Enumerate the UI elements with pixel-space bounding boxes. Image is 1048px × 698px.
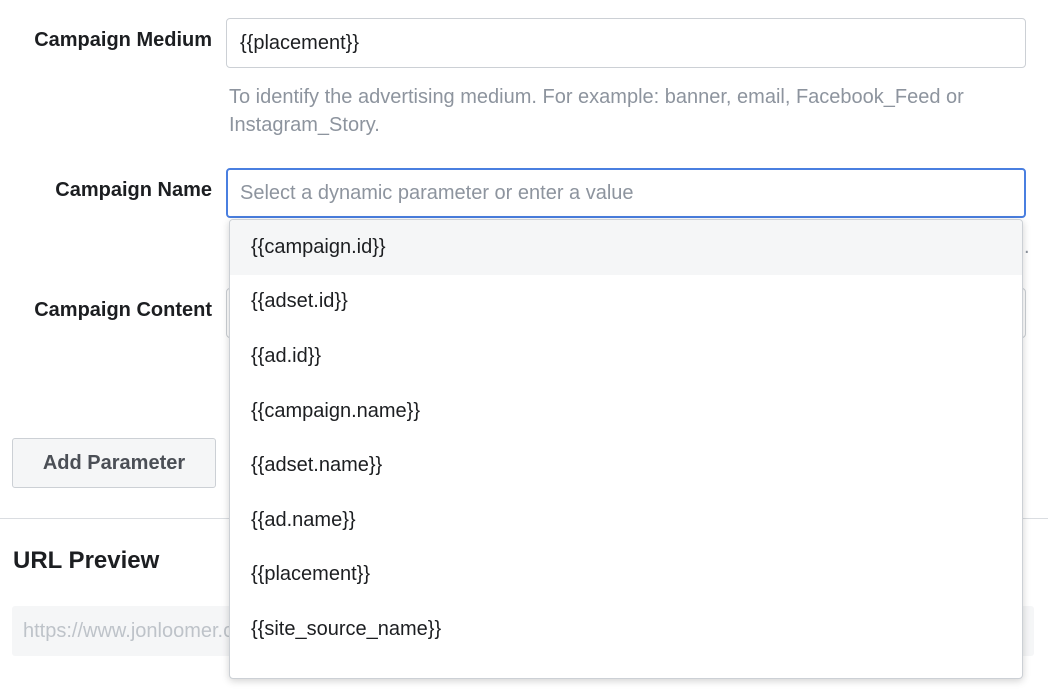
dropdown-option[interactable]: {{campaign.name}} — [230, 384, 1022, 439]
add-parameter-button[interactable]: Add Parameter — [12, 438, 216, 488]
campaign-name-help: . — [1024, 236, 1030, 258]
campaign-medium-value: {{placement}} — [240, 31, 359, 54]
dropdown-option[interactable]: {{placement}} — [230, 548, 1022, 603]
campaign-name-input[interactable]: Select a dynamic parameter or enter a va… — [226, 168, 1026, 218]
url-preview-text: https://www.jonloomer.com — [23, 619, 261, 642]
dropdown-option[interactable]: {{ad.id}} — [230, 329, 1022, 384]
campaign-medium-help: To identify the advertising medium. For … — [229, 86, 964, 136]
campaign-medium-input[interactable]: {{placement}} — [226, 18, 1026, 68]
url-preview-title: URL Preview — [13, 547, 160, 574]
campaign-name-label: Campaign Name — [55, 179, 212, 201]
campaign-name-placeholder: Select a dynamic parameter or enter a va… — [240, 181, 634, 204]
dynamic-parameter-dropdown[interactable]: {{campaign.id}} {{adset.id}} {{ad.id}} {{ca… — [229, 219, 1023, 679]
campaign-content-label: Campaign Content — [34, 299, 212, 321]
dropdown-option[interactable]: {{ad.name}} — [230, 493, 1022, 548]
dropdown-option[interactable]: {{site_source_name}} — [230, 602, 1022, 657]
dropdown-option[interactable]: {{campaign.id}} — [230, 220, 1022, 275]
dropdown-option[interactable]: {{adset.id}} — [230, 275, 1022, 330]
dropdown-option[interactable]: {{adset.name}} — [230, 438, 1022, 493]
campaign-medium-label: Campaign Medium — [34, 29, 212, 51]
